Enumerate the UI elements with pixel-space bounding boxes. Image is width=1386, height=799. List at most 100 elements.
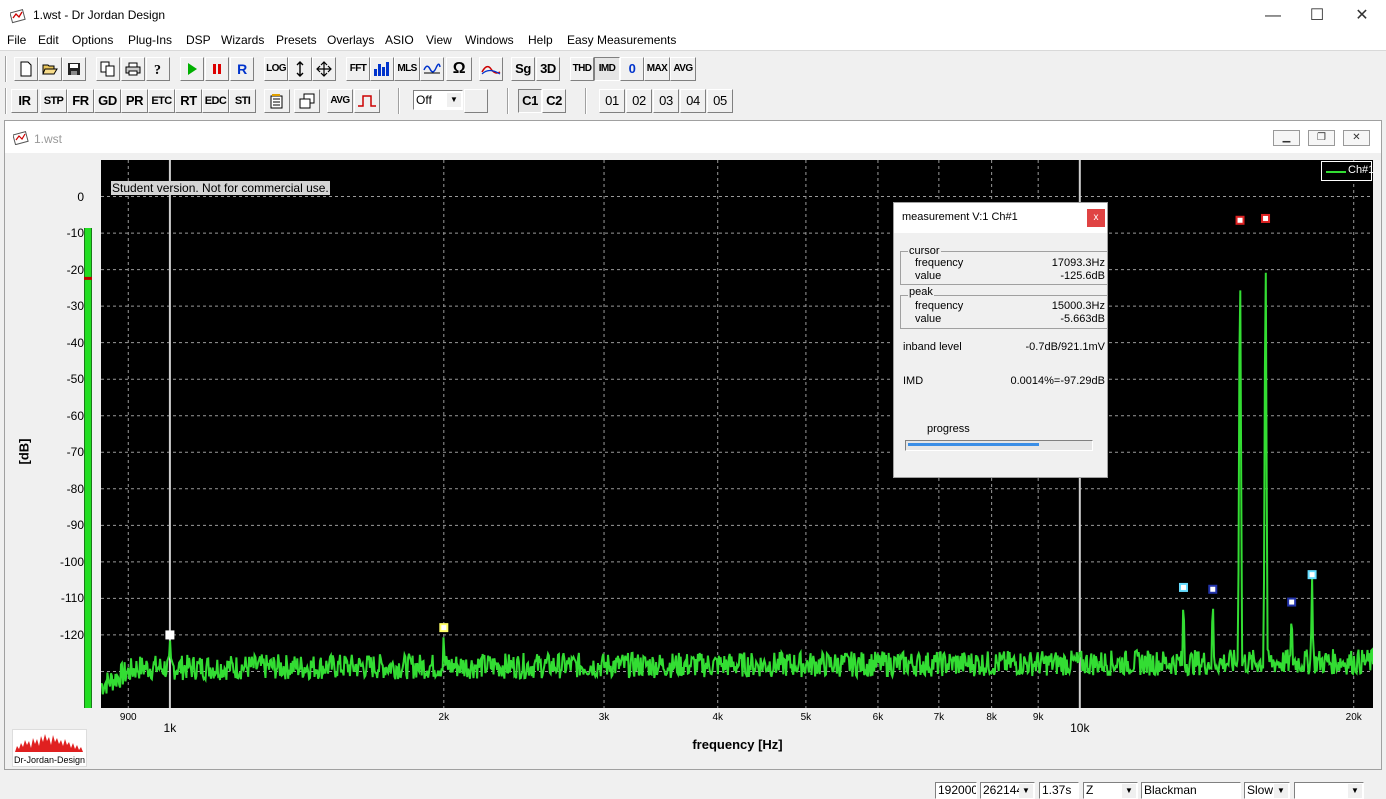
weighting-select[interactable]: Z ▼ <box>1083 782 1138 799</box>
menu-edit[interactable]: Edit <box>38 33 59 47</box>
log-button[interactable]: LOG <box>264 57 288 81</box>
help-button[interactable]: ? <box>146 57 170 81</box>
peak-frequency-value: 15000.3Hz <box>1051 300 1105 312</box>
legend: Ch#1 <box>1321 161 1373 181</box>
filter-select[interactable]: Off ▼ <box>413 90 463 110</box>
spectrum-chart[interactable] <box>101 160 1373 708</box>
y-tick-label: -10 <box>66 226 84 241</box>
channel-1-button[interactable]: C1 <box>518 89 542 113</box>
window-title: 1.wst - Dr Jordan Design <box>33 8 166 22</box>
record-button[interactable]: R <box>230 57 254 81</box>
overlay-05-button[interactable]: 05 <box>707 89 733 113</box>
stp-button[interactable]: STP <box>40 89 67 113</box>
step-response-button[interactable] <box>354 89 380 113</box>
sti-button[interactable]: STI <box>229 89 256 113</box>
brand-logo: Dr-Jordan-Design <box>12 729 87 767</box>
new-file-button[interactable] <box>14 57 38 81</box>
extra-select[interactable]: ▼ <box>1294 782 1364 799</box>
overlay-02-button[interactable]: 02 <box>626 89 652 113</box>
menu-easy-measurements[interactable]: Easy Measurements <box>567 33 676 47</box>
overlay-03-button[interactable]: 03 <box>653 89 679 113</box>
menu-plug-ins[interactable]: Plug-Ins <box>128 33 172 47</box>
y-tick-label: -70 <box>66 445 84 460</box>
thd-button[interactable]: THD <box>570 57 594 81</box>
maximize-button[interactable]: ☐ <box>1294 4 1340 28</box>
cursor-value: -125.6dB <box>1060 270 1105 282</box>
minimize-icon: ▁ <box>1282 132 1291 143</box>
menu-wizards[interactable]: Wizards <box>221 33 264 47</box>
minimize-button[interactable]: — <box>1250 4 1296 28</box>
etc-button[interactable]: ETC <box>148 89 175 113</box>
open-file-button[interactable] <box>38 57 62 81</box>
overlay-windows-button[interactable] <box>294 89 320 113</box>
fr-button[interactable]: FR <box>67 89 94 113</box>
play-button[interactable] <box>180 57 204 81</box>
cursor-frequency-label: frequency <box>915 257 964 269</box>
chevron-down-icon: ▼ <box>1274 784 1288 798</box>
document-title-bar: 1.wst ▁ ❐ ✕ <box>5 121 1381 153</box>
window-function-field[interactable]: Blackman <box>1141 782 1241 799</box>
menu-view[interactable]: View <box>426 33 452 47</box>
ir-button[interactable]: IR <box>11 89 38 113</box>
peak-marker <box>1287 597 1297 607</box>
pause-button[interactable] <box>205 57 229 81</box>
pan-button[interactable] <box>312 57 336 81</box>
menu-options[interactable]: Options <box>72 33 113 47</box>
inband-level-label: inband level <box>903 341 962 353</box>
filter-select-value: Off <box>416 93 432 107</box>
measurement-close-button[interactable]: x <box>1087 209 1105 227</box>
gd-button[interactable]: GD <box>94 89 121 113</box>
close-button[interactable]: ✕ <box>1339 4 1385 28</box>
doc-minimize-button[interactable]: ▁ <box>1273 130 1300 146</box>
max-button[interactable]: MAX <box>644 57 670 81</box>
copy-button[interactable] <box>96 57 120 81</box>
zero-button[interactable]: 0 <box>620 57 644 81</box>
menu-asio[interactable]: ASIO <box>385 33 414 47</box>
channel-2-button[interactable]: C2 <box>542 89 566 113</box>
overlay-04-button[interactable]: 04 <box>680 89 706 113</box>
x-tick-label: 900 <box>119 712 137 723</box>
save-button[interactable] <box>62 57 86 81</box>
overlay-01-button[interactable]: 01 <box>599 89 625 113</box>
spectrum-plot[interactable]: Student version. Not for commercial use.… <box>101 160 1373 708</box>
edc-button[interactable]: EDC <box>202 89 229 113</box>
fft-button[interactable]: FFT <box>346 57 370 81</box>
vertical-zoom-button[interactable] <box>288 57 312 81</box>
sweep-button[interactable] <box>479 57 503 81</box>
spectrum-bars-button[interactable] <box>370 57 394 81</box>
impedance-button[interactable]: Ω <box>446 57 472 81</box>
progress-bar-fill <box>908 443 1040 446</box>
menu-file[interactable]: File <box>7 33 26 47</box>
print-button[interactable] <box>121 57 145 81</box>
peak-marker <box>165 630 175 640</box>
menu-presets[interactable]: Presets <box>276 33 317 47</box>
pause-icon <box>213 64 221 74</box>
chevron-down-icon: ▼ <box>1019 784 1033 798</box>
sample-rate-field[interactable]: 192000 <box>935 782 977 799</box>
avg-toggle-button[interactable]: AVG <box>327 89 353 113</box>
omega-icon: Ω <box>452 60 466 77</box>
signal-generator-button[interactable]: Sg <box>511 57 535 81</box>
avg-button[interactable]: AVG <box>670 57 696 81</box>
mls-button[interactable]: MLS <box>394 57 420 81</box>
x-tick-label: 3k <box>598 712 610 723</box>
3d-button[interactable]: 3D <box>536 57 560 81</box>
doc-close-button[interactable]: ✕ <box>1343 130 1370 146</box>
speed-select[interactable]: Slow ▼ <box>1244 782 1290 799</box>
time-field[interactable]: 1.37s <box>1039 782 1079 799</box>
edit-button[interactable] <box>264 89 290 113</box>
blank-button[interactable] <box>464 89 488 113</box>
fft-size-value: 262144 <box>983 783 1024 797</box>
save-disk-icon <box>68 63 80 75</box>
menu-dsp[interactable]: DSP <box>186 33 211 47</box>
menu-overlays[interactable]: Overlays <box>327 33 374 47</box>
fft-size-select[interactable]: 262144 ▼ <box>980 782 1035 799</box>
pr-button[interactable]: PR <box>121 89 148 113</box>
menu-help[interactable]: Help <box>528 33 553 47</box>
doc-restore-button[interactable]: ❐ <box>1308 130 1335 146</box>
waveform-button[interactable] <box>420 57 444 81</box>
menu-windows[interactable]: Windows <box>465 33 514 47</box>
imd-button[interactable]: IMD <box>594 57 620 81</box>
rt-button[interactable]: RT <box>175 89 202 113</box>
peak-marker <box>1178 582 1188 592</box>
